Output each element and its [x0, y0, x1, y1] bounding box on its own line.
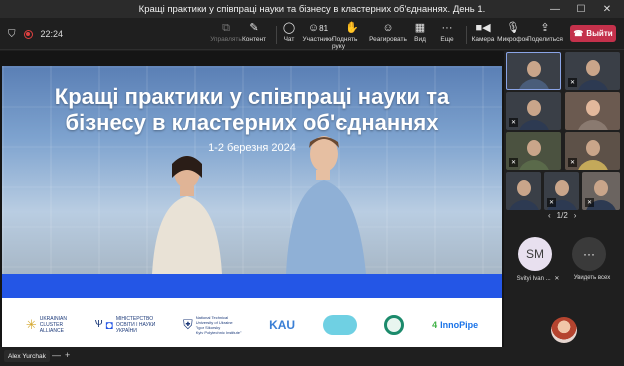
- participant-tile[interactable]: ✕: [565, 52, 620, 90]
- slide-date: 1-2 березня 2024: [208, 142, 296, 154]
- participants-icon: ☺: [307, 22, 320, 34]
- presenter-bar: Alex Yurchak — +: [0, 347, 624, 366]
- participants-panel: ✕ ✕ ✕ ✕ ✕ ✕ ‹ 1/2 › SM Svityi Ivan ... ✕…: [506, 51, 624, 347]
- leave-button[interactable]: ☎ Выйти: [570, 25, 616, 42]
- share-content-icon: ✎: [249, 22, 259, 34]
- cluster-star-icon: ✳: [25, 317, 37, 332]
- minimize-button[interactable]: —: [542, 0, 568, 18]
- zoom-controls: — +: [52, 350, 70, 360]
- see-all-button[interactable]: ···: [572, 237, 606, 271]
- phone-icon: ☎: [573, 29, 584, 38]
- meeting-toolbar: ⛉ 22:24 ⧉ Управлять ✎ Контент ◯ Чат ☺81 …: [0, 18, 624, 50]
- kpi-crest-icon: ⛨: [182, 317, 193, 332]
- page-indicator: 1/2: [556, 211, 568, 220]
- view-icon: ▦: [414, 22, 426, 34]
- mic-off-icon: ✕: [568, 158, 577, 167]
- mic-off-icon: ✕: [554, 276, 560, 282]
- sumy-emblem-icon: [322, 315, 357, 335]
- participant-tile[interactable]: ✕: [506, 132, 561, 170]
- participant-tile[interactable]: [565, 92, 620, 130]
- share-control-icon: ⧉: [222, 22, 230, 34]
- participant-tile[interactable]: ✕: [544, 172, 579, 210]
- zoom-in-button[interactable]: +: [65, 350, 70, 360]
- trident-icon: Ѱ: [94, 319, 103, 330]
- sumy-logo: [322, 315, 357, 335]
- round-emblem-icon: [384, 315, 405, 335]
- react-icon: ☺: [382, 22, 394, 34]
- window-titlebar: Кращі практики у співпраці науки та бізн…: [0, 0, 624, 18]
- chat-icon: ◯: [282, 22, 296, 34]
- participant-tile[interactable]: [506, 172, 541, 210]
- meeting-status: ⛉ 22:24: [8, 18, 63, 50]
- self-view-avatar[interactable]: [551, 317, 577, 343]
- recording-icon: [23, 29, 33, 39]
- share-icon: ⇪: [540, 22, 550, 34]
- window-controls: — ☐ ✕: [542, 0, 620, 18]
- slide-title: Кращі практики у співпраці науки та бізн…: [54, 84, 450, 135]
- microphone-icon: 🎙: [506, 22, 520, 34]
- presenter-name: Alex Yurchak: [4, 350, 50, 362]
- chevron-right-icon[interactable]: ›: [574, 211, 577, 220]
- mic-off-icon: ✕: [509, 158, 518, 167]
- kau-logo: KAU: [269, 318, 296, 332]
- round-emblem-logo: [384, 315, 405, 335]
- ministry-logo: Ѱ ◘ МІНІСТЕРСТВО ОСВІТИ І НАУКИ УКРАЇНИ: [94, 316, 156, 334]
- presentation-slide: Кращі практики у співпраці науки та бізн…: [2, 66, 502, 352]
- toolbar-button-content[interactable]: ✎ Контент: [234, 20, 274, 43]
- more-icon: ···: [441, 22, 453, 34]
- meeting-timer: 22:24: [40, 29, 64, 39]
- mic-off-icon: ✕: [585, 198, 594, 207]
- shield-icon: ⛉: [8, 28, 16, 40]
- more-icon: ···: [583, 247, 595, 261]
- gallery-pager: ‹ 1/2 ›: [548, 211, 576, 220]
- mon-mark-icon: ◘: [105, 318, 113, 332]
- mic-off-icon: ✕: [547, 198, 556, 207]
- zoom-out-button[interactable]: —: [52, 350, 61, 360]
- camera-icon: ■◀: [475, 22, 491, 34]
- avatar[interactable]: SM: [518, 237, 552, 271]
- toolbar-button-share[interactable]: ⇪ Поделиться: [525, 20, 565, 43]
- shared-content-stage: Кращі практики у співпраці науки та бізн…: [0, 51, 504, 354]
- mic-off-icon: ✕: [509, 118, 518, 127]
- uca-logo: ✳ UKRAINIAN CLUSTER ALLIANCE: [25, 316, 67, 334]
- slide-accent-band: [2, 274, 502, 298]
- maximize-button[interactable]: ☐: [568, 0, 594, 18]
- kpi-logo: ⛨ National Technical University of Ukrai…: [182, 315, 242, 335]
- mic-off-icon: ✕: [568, 78, 577, 87]
- participant-tile[interactable]: ✕: [582, 172, 620, 210]
- participants-count: 81: [319, 24, 329, 33]
- window-title: Кращі практики у співпраці науки та бізн…: [138, 3, 486, 15]
- see-all-label: Увидеть всех: [573, 275, 611, 281]
- toolbar-button-raise-hand[interactable]: ✋ Поднять руку: [332, 20, 372, 50]
- participant-tile[interactable]: ✕: [565, 132, 620, 170]
- participant-tile[interactable]: [506, 52, 561, 90]
- partner-logos: ✳ UKRAINIAN CLUSTER ALLIANCE Ѱ ◘ МІНІСТЕ…: [2, 298, 502, 352]
- raise-hand-icon: ✋: [345, 22, 359, 34]
- woman-figure: [152, 156, 222, 274]
- participant-tile[interactable]: ✕: [506, 92, 561, 130]
- chevron-left-icon[interactable]: ‹: [548, 211, 551, 220]
- close-window-button[interactable]: ✕: [594, 0, 620, 18]
- toolbar-button-more[interactable]: ··· Еще: [427, 20, 467, 43]
- participant-name: Svityi Ivan ... ✕: [516, 276, 560, 282]
- innopipe-logo: 4 InnoPipe: [432, 320, 479, 330]
